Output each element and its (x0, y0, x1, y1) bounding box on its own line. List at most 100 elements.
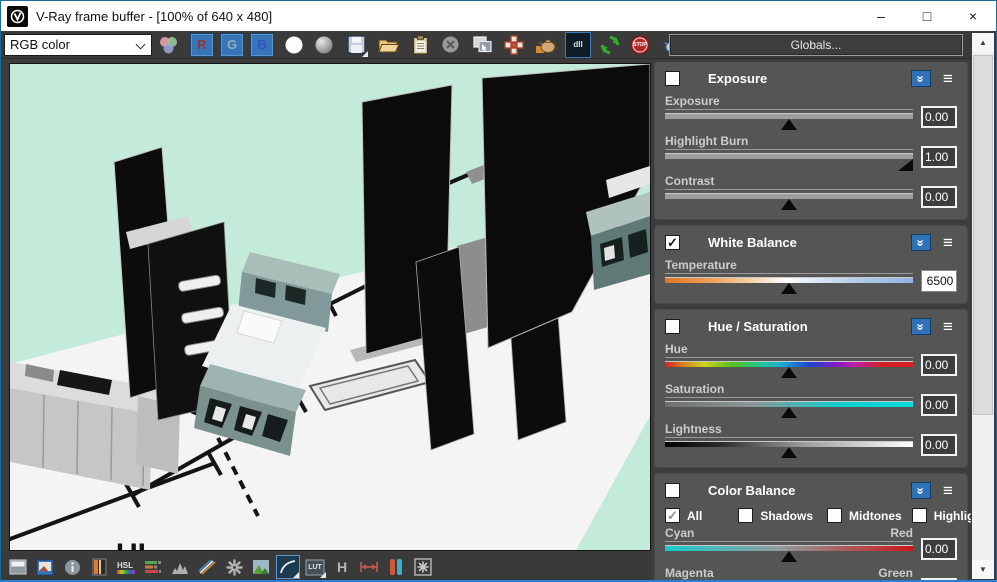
mode-midtones[interactable]: Midtones (827, 508, 902, 523)
color-balance-enable-checkbox[interactable] (665, 483, 680, 498)
scroll-up-icon[interactable]: ▲ (972, 33, 994, 52)
temperature-value-input[interactable]: 6500 (921, 270, 957, 292)
levels-correction-icon[interactable] (142, 556, 164, 578)
track-mouse-render-icon[interactable] (502, 33, 526, 57)
collapse-section-button[interactable] (911, 70, 931, 87)
slider-marker-icon[interactable] (898, 159, 913, 171)
collapse-section-button[interactable] (911, 234, 931, 251)
mode-highlight[interactable]: Highlight (912, 508, 971, 523)
rgb-channels-icon[interactable] (156, 33, 180, 57)
red-channel-button[interactable]: R (190, 33, 214, 57)
slider-marker-icon[interactable] (781, 283, 797, 294)
copy-clipboard-button[interactable] (408, 33, 432, 57)
info-icon[interactable] (61, 556, 83, 578)
saturation-slider[interactable] (665, 401, 913, 407)
panel-scrollbar[interactable]: ▲ ▼ (972, 33, 994, 579)
stamp-icon[interactable] (412, 556, 434, 578)
collapse-section-button[interactable] (911, 482, 931, 499)
maximize-button[interactable]: □ (904, 1, 950, 31)
highlight-burn-value-input[interactable]: 1.00 (921, 146, 957, 168)
contrast-slider[interactable] (665, 193, 913, 199)
mode-shadows[interactable]: Shadows (738, 508, 813, 523)
highlight-burn-slider[interactable] (665, 153, 913, 159)
save-image-button[interactable] (344, 33, 368, 57)
scrollbar-thumb[interactable] (973, 55, 993, 415)
mode-all[interactable]: All (665, 508, 702, 523)
duplicate-buffer-button[interactable] (470, 33, 494, 57)
title-bar: V-Ray frame buffer - [100% of 640 x 480]… (1, 1, 996, 31)
slider-label: Contrast (665, 174, 714, 188)
color-balance-section: Color Balance All Shadows Midtones (655, 474, 967, 581)
minimize-button[interactable]: – (858, 1, 904, 31)
hue-value-input[interactable]: 0.00 (921, 354, 957, 376)
clear-image-button[interactable] (438, 33, 462, 57)
highlight-checkbox[interactable] (912, 508, 927, 523)
close-button[interactable]: × (950, 1, 996, 31)
section-menu-button[interactable] (939, 70, 957, 87)
open-image-button[interactable] (376, 33, 400, 57)
compare-horizontal-icon[interactable] (358, 556, 380, 578)
color-clamp-button[interactable]: dII (566, 33, 590, 57)
corrections-toolbar: HSL (1, 553, 651, 581)
slider-marker-icon[interactable] (781, 199, 797, 210)
slider-marker-icon[interactable] (781, 447, 797, 458)
hue-saturation-enable-checkbox[interactable] (665, 319, 680, 334)
green-channel-button[interactable]: G (220, 33, 244, 57)
cyan-red-value-input[interactable]: 0.00 (921, 538, 957, 560)
slider-label: Temperature (665, 258, 737, 272)
lightness-value-input[interactable]: 0.00 (921, 434, 957, 456)
exposure-section: Exposure Exposure 0.00 Highlight Burn (655, 62, 967, 219)
curves-correction-icon[interactable] (196, 556, 218, 578)
update-render-button[interactable] (598, 33, 622, 57)
monochrome-button[interactable] (312, 33, 336, 57)
white-balance-enable-checkbox[interactable] (665, 235, 680, 250)
history-icon[interactable]: H (331, 556, 353, 578)
slider-marker-icon[interactable] (781, 119, 797, 130)
cyan-red-slider[interactable] (665, 545, 913, 551)
hsl-correction-icon[interactable]: HSL (115, 556, 137, 578)
slider-label: Highlight Burn (665, 134, 748, 148)
scroll-down-icon[interactable]: ▼ (972, 560, 994, 579)
globals-button[interactable]: Globals... (669, 34, 963, 56)
contrast-value-input[interactable]: 0.00 (921, 186, 957, 208)
display-correction-icon[interactable] (7, 556, 29, 578)
image-strip-icon[interactable] (88, 556, 110, 578)
alpha-channel-button[interactable] (282, 33, 306, 57)
section-menu-button[interactable] (939, 482, 957, 499)
collapse-section-button[interactable] (911, 318, 931, 335)
midtones-checkbox[interactable] (827, 508, 842, 523)
slider-marker-icon[interactable] (781, 407, 797, 418)
slider-label: Hue (665, 342, 688, 356)
magenta-green-value-input[interactable]: 0.00 (921, 578, 957, 581)
all-checkbox[interactable] (665, 508, 680, 523)
slider-marker-icon[interactable] (781, 551, 797, 562)
slider-label: Lightness (665, 422, 722, 436)
exposure-slider[interactable] (665, 113, 913, 119)
lut-correction-icon[interactable]: LUT (304, 556, 326, 578)
saturation-value-input[interactable]: 0.00 (921, 394, 957, 416)
exposure-value-input[interactable]: 0.00 (921, 106, 957, 128)
white-balance-wheel-icon[interactable] (223, 556, 245, 578)
plan-label-ul: UL (116, 538, 156, 550)
histogram-icon[interactable] (169, 556, 191, 578)
curve-tone-mapping-icon[interactable] (277, 556, 299, 578)
saved-state-icon[interactable] (34, 556, 56, 578)
chevron-down-icon (136, 39, 146, 49)
window-title: V-Ray frame buffer - [100% of 640 x 480] (36, 9, 272, 24)
slider-label-right: Red (890, 526, 913, 540)
shadows-checkbox[interactable] (738, 508, 753, 523)
slider-marker-icon[interactable] (781, 367, 797, 378)
exposure-enable-checkbox[interactable] (665, 71, 680, 86)
hue-slider[interactable] (665, 361, 913, 367)
blue-channel-button[interactable]: B (250, 33, 274, 57)
ab-compare-icon[interactable] (385, 556, 407, 578)
background-image-icon[interactable] (250, 556, 272, 578)
section-menu-button[interactable] (939, 318, 957, 335)
lightness-slider[interactable] (665, 441, 913, 447)
section-menu-button[interactable] (939, 234, 957, 251)
vray-frame-buffer-window: V-Ray frame buffer - [100% of 640 x 480]… (0, 0, 997, 582)
stop-render-button[interactable]: STOP (628, 33, 652, 57)
render-last-teapot-icon[interactable] (534, 33, 558, 57)
temperature-slider[interactable] (665, 277, 913, 283)
channel-select-dropdown[interactable]: RGB color (4, 34, 152, 56)
